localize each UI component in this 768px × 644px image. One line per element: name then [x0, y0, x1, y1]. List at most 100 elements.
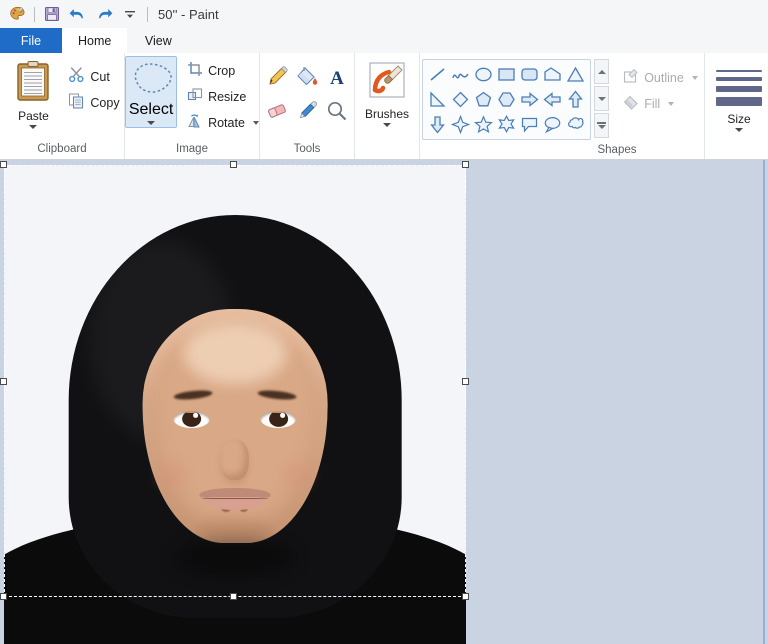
customize-quick-access-icon[interactable]: [117, 2, 143, 26]
shape-six-point-star-icon[interactable]: [495, 112, 518, 137]
rotate-button[interactable]: Rotate: [183, 110, 263, 136]
selection-handle-middle-right[interactable]: [462, 378, 469, 385]
fill-label: Fill: [644, 97, 661, 111]
outline-fill-controls: Outline Fill: [611, 59, 702, 117]
selection-handle-top-left[interactable]: [0, 161, 7, 168]
selection-marquee[interactable]: [4, 165, 466, 597]
tab-view[interactable]: View: [127, 28, 189, 53]
color-picker-icon[interactable]: [293, 96, 321, 126]
selection-handle-bottom-center[interactable]: [230, 593, 237, 600]
chevron-down-icon[interactable]: [668, 102, 675, 106]
canvas-workspace[interactable]: [0, 160, 768, 644]
shape-triangle-icon[interactable]: [564, 62, 587, 87]
select-button[interactable]: Select: [125, 56, 178, 128]
text-icon[interactable]: A: [323, 62, 351, 92]
select-label: Select: [128, 101, 174, 118]
shape-five-point-star-icon[interactable]: [472, 112, 495, 137]
brushes-icon: [367, 60, 407, 105]
ribbon-group-clipboard: Paste Cut Copy Clipboard: [0, 53, 125, 159]
shape-diamond-icon[interactable]: [449, 87, 472, 112]
ribbon-group-shapes: Outline Fill Shapes: [420, 53, 705, 159]
chevron-down-icon: [597, 96, 606, 101]
resize-button[interactable]: Resize: [183, 84, 263, 110]
shapes-scroll-down-button[interactable]: [594, 86, 610, 111]
scissors-icon: [68, 66, 85, 88]
chevron-down-icon[interactable]: [735, 128, 743, 132]
shape-curve-icon[interactable]: [449, 62, 472, 87]
title-bar: 50'' - Paint: [0, 0, 768, 28]
shapes-gallery-scrollbar[interactable]: [594, 59, 610, 138]
shape-hexagon-icon[interactable]: [495, 87, 518, 112]
selection-handle-top-right[interactable]: [462, 161, 469, 168]
paste-icon: [15, 60, 51, 107]
selection-handle-bottom-left[interactable]: [0, 593, 7, 600]
fill-icon: [623, 94, 639, 115]
shape-oval-icon[interactable]: [472, 62, 495, 87]
shapes-scroll-up-button[interactable]: [594, 59, 610, 84]
size-group-label: [710, 139, 768, 159]
outline-button[interactable]: Outline: [619, 65, 702, 91]
outline-label: Outline: [644, 71, 684, 85]
tab-home[interactable]: Home: [62, 28, 128, 53]
chevron-down-icon[interactable]: [29, 125, 38, 129]
chevron-down-icon[interactable]: [691, 76, 698, 80]
shape-four-point-star-icon[interactable]: [449, 112, 472, 137]
copy-button[interactable]: Copy: [64, 90, 123, 116]
shape-pentagon-icon[interactable]: [472, 87, 495, 112]
title-separator: [147, 6, 148, 22]
brushes-button[interactable]: Brushes: [358, 56, 416, 127]
shape-line-icon[interactable]: [426, 62, 449, 87]
shape-down-arrow-icon[interactable]: [426, 112, 449, 137]
shapes-gallery[interactable]: [422, 59, 592, 140]
cut-label: Cut: [90, 70, 110, 84]
brushes-label: Brushes: [364, 107, 410, 121]
ribbon-group-brushes: Brushes: [355, 53, 420, 159]
paste-label: Paste: [18, 109, 49, 123]
eraser-icon[interactable]: [263, 96, 291, 126]
shape-up-arrow-icon[interactable]: [564, 87, 587, 112]
crop-button[interactable]: Crop: [183, 58, 263, 84]
paste-button[interactable]: Paste: [4, 56, 62, 129]
save-icon[interactable]: [39, 2, 65, 26]
outline-icon: [623, 68, 639, 89]
magnifier-icon[interactable]: [323, 96, 351, 126]
redo-icon[interactable]: [91, 2, 117, 26]
brushes-group-label: [360, 139, 414, 159]
cut-button[interactable]: Cut: [64, 64, 123, 90]
shape-cloud-callout-icon[interactable]: [564, 112, 587, 137]
shape-rounded-callout-icon[interactable]: [518, 112, 541, 137]
shape-polygon-icon[interactable]: [541, 62, 564, 87]
selection-handle-bottom-right[interactable]: [462, 593, 469, 600]
crop-icon: [187, 61, 203, 82]
shapes-more-button[interactable]: [594, 113, 610, 138]
tools-group-label: Tools: [293, 143, 321, 155]
undo-icon[interactable]: [65, 2, 91, 26]
shape-oval-callout-icon[interactable]: [541, 112, 564, 137]
crop-label: Crop: [208, 64, 236, 78]
fill-with-color-icon[interactable]: [293, 62, 321, 92]
chevron-down-icon[interactable]: [252, 121, 259, 125]
shapes-group-label: Shapes: [597, 144, 637, 156]
shape-rounded-rectangle-icon[interactable]: [518, 62, 541, 87]
chevron-down-icon[interactable]: [383, 123, 391, 127]
size-button[interactable]: Size: [710, 56, 768, 132]
svg-text:A: A: [330, 68, 344, 88]
ribbon-group-tools: A Tools: [260, 53, 355, 159]
tab-file[interactable]: File: [0, 28, 62, 53]
shape-left-arrow-icon[interactable]: [541, 87, 564, 112]
selection-handle-middle-left[interactable]: [0, 378, 7, 385]
pencil-icon[interactable]: [263, 62, 291, 92]
shape-right-arrow-icon[interactable]: [518, 87, 541, 112]
size-label: Size: [727, 112, 751, 126]
fill-button[interactable]: Fill: [619, 91, 702, 117]
ribbon-tabstrip: File Home View: [0, 28, 768, 53]
rotate-icon: [187, 113, 203, 134]
workspace-right-edge: [763, 160, 765, 644]
copy-icon: [68, 92, 85, 114]
paint-app-icon[interactable]: [4, 2, 30, 26]
shape-right-triangle-icon[interactable]: [426, 87, 449, 112]
selection-handle-top-center[interactable]: [230, 161, 237, 168]
shape-rectangle-icon[interactable]: [495, 62, 518, 87]
window-title: 50'' - Paint: [158, 6, 219, 22]
chevron-down-icon[interactable]: [147, 121, 156, 125]
